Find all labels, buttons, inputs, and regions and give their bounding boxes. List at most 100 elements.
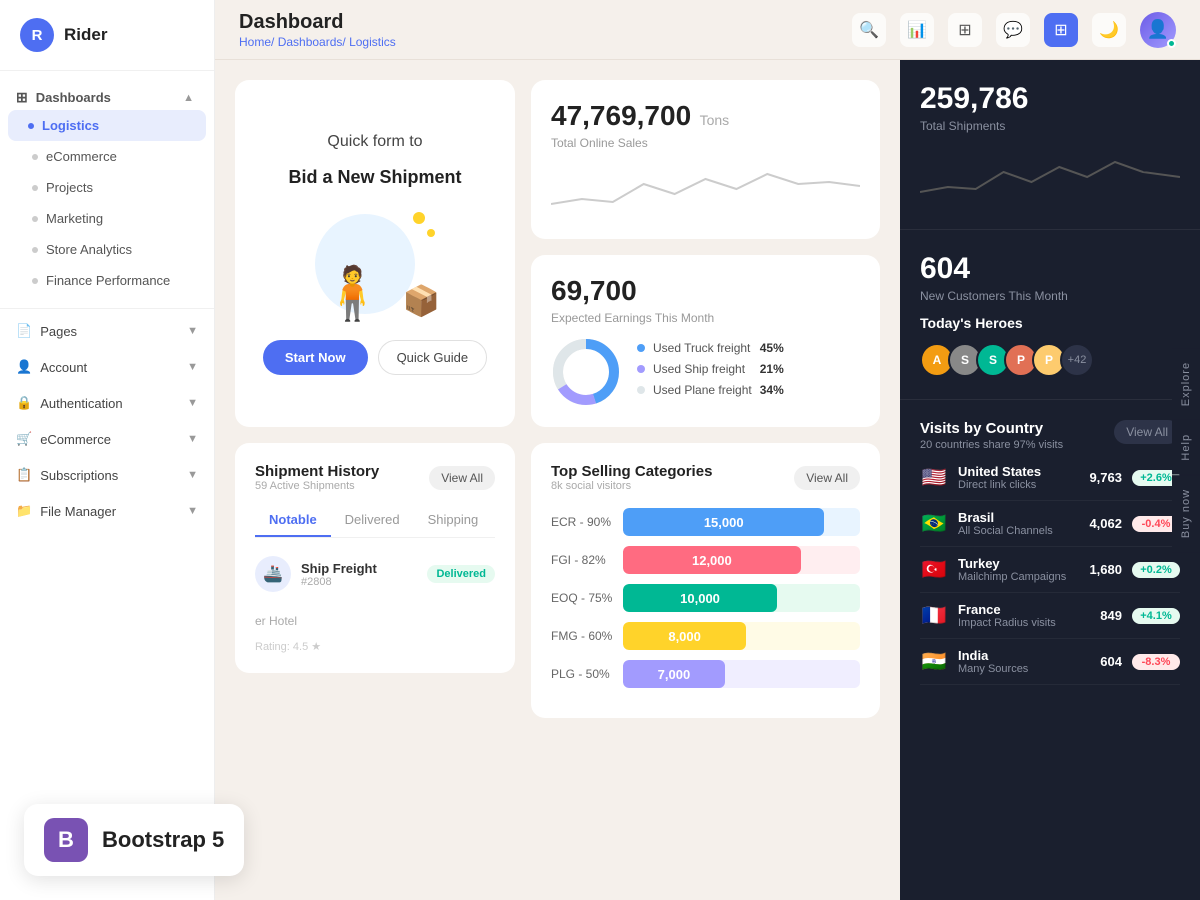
topbar-actions: 🔍 📊 ⊞ 💬 ⊞ 🌙 👤 <box>852 12 1176 48</box>
btn-row: Start Now Quick Guide <box>263 340 487 375</box>
country-source-us: Direct link clicks <box>958 479 1070 491</box>
bootstrap-badge: B Bootstrap 5 <box>24 804 244 876</box>
categories-view-all-button[interactable]: View All <box>794 466 860 490</box>
shipment-title-block: Shipment History 59 Active Shipments <box>255 463 379 492</box>
truck-dot <box>637 344 645 352</box>
bar-fill-plg: 7,000 <box>623 660 725 688</box>
tab-notable[interactable]: Notable <box>255 504 331 537</box>
analytics-icon-btn[interactable]: 📊 <box>900 13 934 47</box>
change-fr: +4.1% <box>1132 608 1180 624</box>
heroes-section: Today's Heroes A S S P P +42 <box>920 303 1180 377</box>
moon-icon-btn[interactable]: 🌙 <box>1092 13 1126 47</box>
chevron-down-icon: ▼ <box>187 325 198 337</box>
active-dot <box>28 123 34 129</box>
sidebar-item-marketing[interactable]: Marketing <box>0 203 214 234</box>
quick-guide-button[interactable]: Quick Guide <box>378 340 488 375</box>
donut-section: Used Truck freight 45% Used Ship freight… <box>551 337 860 407</box>
country-info-br: Brasil All Social Channels <box>958 510 1070 537</box>
bar-fill-fmg: 8,000 <box>623 622 746 650</box>
country-row-br: 🇧🇷 Brasil All Social Channels 4,062 -0.4… <box>920 501 1180 547</box>
country-info-in: India Many Sources <box>958 648 1070 675</box>
bar-label-eoq: EOQ - 75% <box>551 591 613 605</box>
sidebar-item-store-analytics[interactable]: Store Analytics <box>0 234 214 265</box>
pages-group[interactable]: 📄 Pages ▼ <box>0 313 214 349</box>
account-group[interactable]: 👤 Account ▼ <box>0 349 214 385</box>
logo-area[interactable]: R Rider <box>0 0 214 71</box>
quick-form-title: Quick form to <box>327 133 422 151</box>
apps-icon-btn[interactable]: ⊞ <box>1044 13 1078 47</box>
search-icon-btn[interactable]: 🔍 <box>852 13 886 47</box>
bar-label-fgi: FGI - 82% <box>551 553 613 567</box>
grid-icon: ⊞ <box>16 89 28 106</box>
country-source-br: All Social Channels <box>958 525 1070 537</box>
chat-icon-btn[interactable]: 💬 <box>996 13 1030 47</box>
topbar: Dashboard Home/ Dashboards/ Logistics 🔍 … <box>215 0 1200 60</box>
change-tr: +0.2% <box>1132 562 1180 578</box>
yellow-dot-1 <box>413 212 425 224</box>
illustration: 🧍 📦 <box>305 204 445 324</box>
country-value-tr: 1,680 <box>1080 562 1122 577</box>
legend-truck: Used Truck freight 45% <box>637 341 784 355</box>
quick-form-card: Quick form to Bid a New Shipment 🧍 📦 Sta… <box>235 80 515 427</box>
sidebar-item-finance-performance[interactable]: Finance Performance <box>0 265 214 296</box>
side-tab-explore[interactable]: Explore <box>1172 348 1200 420</box>
subscriptions-group[interactable]: 📋 Subscriptions ▼ <box>0 457 214 493</box>
visits-title: Visits by Country <box>920 420 1063 437</box>
ship-info: Ship Freight #2808 <box>301 561 377 588</box>
legend-plane: Used Plane freight 34% <box>637 383 784 397</box>
country-row-us: 🇺🇸 United States Direct link clicks 9,76… <box>920 455 1180 501</box>
sidebar-item-projects[interactable]: Projects <box>0 172 214 203</box>
sales-mini-chart <box>551 164 860 219</box>
bootstrap-icon: B <box>44 818 88 862</box>
logo-icon: R <box>20 18 54 52</box>
bar-label-fmg: FMG - 60% <box>551 629 613 643</box>
start-now-button[interactable]: Start Now <box>263 340 368 375</box>
visits-title-block: Visits by Country 20 countries share 97%… <box>920 420 1063 451</box>
plane-dot <box>637 386 645 394</box>
dot <box>32 216 38 222</box>
filemanager-group[interactable]: 📁 File Manager ▼ <box>0 493 214 529</box>
visits-view-all-button[interactable]: View All <box>1114 420 1180 444</box>
expected-earnings-card: 69,700 Expected Earnings This Month <box>531 255 880 427</box>
flag-br: 🇧🇷 <box>920 511 948 536</box>
sidebar-item-logistics[interactable]: Logistics <box>8 110 206 141</box>
country-value-fr: 849 <box>1080 608 1122 623</box>
country-source-in: Many Sources <box>958 663 1070 675</box>
ecommerce-icon: 🛒 <box>16 431 32 447</box>
logo-name: Rider <box>64 25 107 45</box>
country-source-fr: Impact Radius visits <box>958 617 1070 629</box>
auth-group[interactable]: 🔒 Authentication ▼ <box>0 385 214 421</box>
country-name-br: Brasil <box>958 510 1070 525</box>
categories-title: Top Selling Categories <box>551 463 712 480</box>
shipment-item: 🚢 Ship Freight #2808 Delivered <box>255 550 495 598</box>
stat-value-earnings: 69,700 <box>551 275 860 307</box>
tab-delivered[interactable]: Delivered <box>331 504 414 537</box>
shipment-tabs: Notable Delivered Shipping <box>255 504 495 538</box>
grid-icon-btn[interactable]: ⊞ <box>948 13 982 47</box>
side-tabs: Explore Help Buy now <box>1172 348 1200 552</box>
right-panel: 259,786 Total Shipments 604 New Customer… <box>900 60 1200 900</box>
breadcrumb-current: Logistics <box>349 35 396 49</box>
dark-shipments-value: 259,786 <box>920 82 1180 116</box>
ecommerce-group[interactable]: 🛒 eCommerce ▼ <box>0 421 214 457</box>
country-name-in: India <box>958 648 1070 663</box>
dashboards-label: Dashboards <box>36 90 111 105</box>
sidebar-item-ecommerce[interactable]: eCommerce <box>0 141 214 172</box>
chevron-down-icon: ▼ <box>187 469 198 481</box>
shipment-view-all-button[interactable]: View All <box>429 466 495 490</box>
user-avatar-wrap[interactable]: 👤 <box>1140 12 1176 48</box>
shipment-title: Shipment History <box>255 463 379 480</box>
dashboards-group[interactable]: ⊞ Dashboards ▲ <box>0 79 214 110</box>
categories-title-block: Top Selling Categories 8k social visitor… <box>551 463 712 492</box>
hero-avatar-count: +42 <box>1060 343 1094 377</box>
nav-dashboards: ⊞ Dashboards ▲ Logistics eCommerce Proje… <box>0 71 214 304</box>
auth-icon: 🔒 <box>16 395 32 411</box>
tab-shipping[interactable]: Shipping <box>414 504 493 537</box>
side-tab-buy-now[interactable]: Buy now <box>1172 475 1200 552</box>
side-tab-help[interactable]: Help <box>1172 420 1200 475</box>
flag-us: 🇺🇸 <box>920 465 948 490</box>
dot <box>32 154 38 160</box>
breadcrumb-dashboards: Dashboards/ <box>278 35 349 49</box>
yellow-dot-2 <box>427 229 435 237</box>
heroes-title: Today's Heroes <box>920 315 1180 331</box>
